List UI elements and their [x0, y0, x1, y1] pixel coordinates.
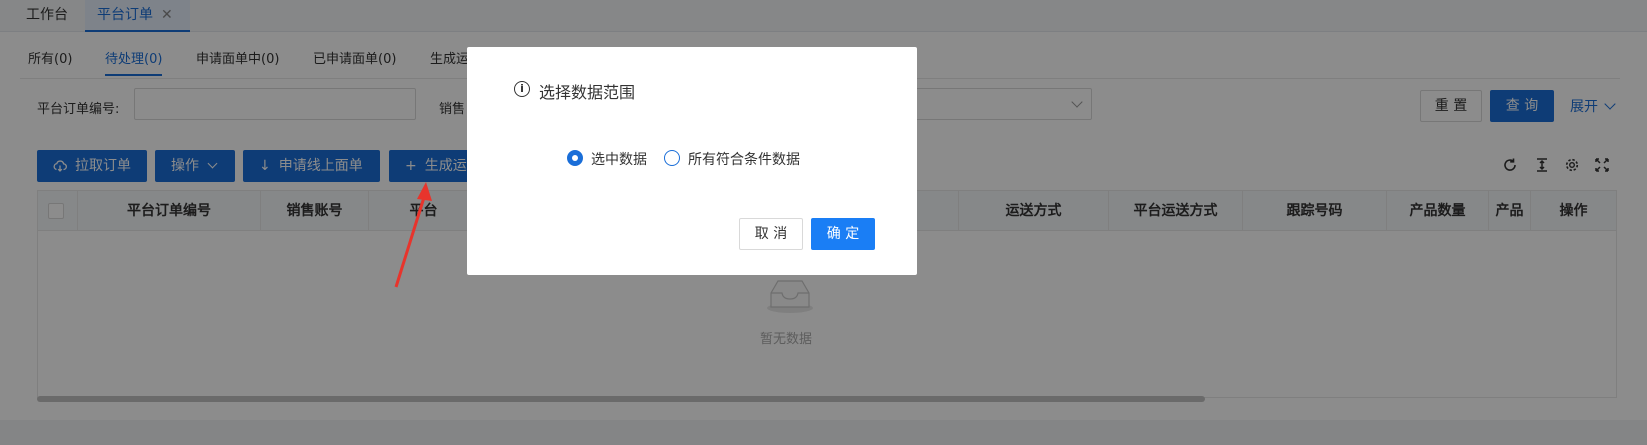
- radio-circle: [664, 150, 680, 166]
- dialog-title: 选择数据范围: [539, 83, 636, 102]
- radio-circle: [567, 150, 583, 166]
- data-range-dialog: i 选择数据范围 选中数据 所有符合条件数据 取 消 确 定: [467, 47, 917, 275]
- radio-label: 所有符合条件数据: [688, 152, 800, 168]
- radio-selected-data[interactable]: 选中数据: [567, 150, 647, 170]
- cancel-button[interactable]: 取 消: [739, 218, 803, 250]
- radio-all-matching-data[interactable]: 所有符合条件数据: [664, 150, 800, 170]
- radio-label: 选中数据: [591, 152, 647, 168]
- info-icon: i: [514, 81, 530, 97]
- confirm-button[interactable]: 确 定: [811, 218, 875, 250]
